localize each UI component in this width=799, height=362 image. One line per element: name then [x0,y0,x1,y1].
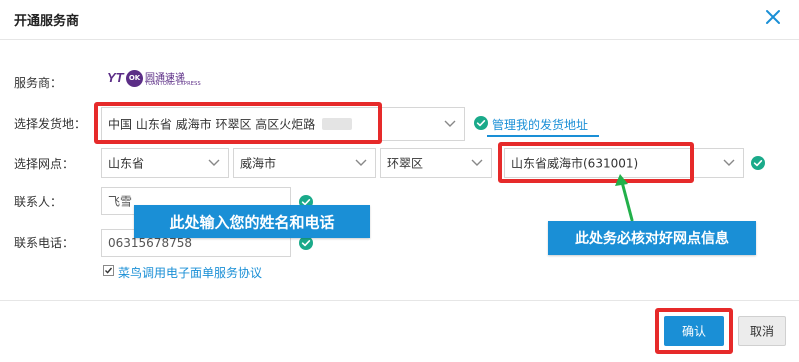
check-circle-icon [299,236,313,250]
close-icon[interactable] [763,7,783,27]
name-phone-callout-text: 此处输入您的姓名和电话 [169,213,335,231]
branch-district-value: 环翠区 [387,156,424,171]
dialog-title: 开通服务商 [14,14,80,29]
branch-label: 选择网点： [14,157,75,171]
chevron-down-icon [723,159,735,166]
verify-branch-callout: 此处务必核对好网点信息 [548,221,756,255]
provider-logo-sub: YUANTONG EXPRESS [145,81,201,87]
cancel-button-label: 取消 [749,324,774,339]
manage-address-underline [487,135,599,137]
branch-province-value: 山东省 [108,156,145,171]
agreement-checkbox[interactable] [103,265,114,276]
chevron-down-icon [355,159,367,166]
branch-province-select[interactable]: 山东省 [101,148,229,178]
chevron-down-icon [444,120,456,127]
cancel-button[interactable]: 取消 [738,316,786,346]
manage-address-link[interactable]: 管理我的发货地址 [492,116,588,133]
phone-label: 联系电话： [14,236,75,250]
branch-district-select[interactable]: 环翠区 [380,148,492,178]
provider-logo-badge: OK [126,70,143,87]
branch-city-select[interactable]: 威海市 [233,148,376,178]
arrow-up-icon [615,174,634,222]
confirm-highlight-frame [655,308,733,354]
contact-label: 联系人： [14,195,63,209]
footer-divider [0,300,799,301]
contact-input-value: 飞雪 [108,194,133,209]
check-circle-icon [474,116,488,130]
provider-logo-mark: YT [107,70,124,85]
phone-input-value: 06315678758 [108,236,192,250]
name-phone-callout: 此处输入您的姓名和电话 [134,205,370,238]
check-circle-icon [751,156,765,170]
verify-branch-callout-text: 此处务必核对好网点信息 [575,231,729,247]
agreement-link[interactable]: 菜鸟调用电子面单服务协议 [118,264,262,281]
chevron-down-icon [208,159,220,166]
provider-logo: YT OK 圆通速递 YUANTONG EXPRESS [107,68,201,92]
chevron-down-icon [471,159,483,166]
provider-label: 服务商： [14,76,63,90]
dialog-header [0,0,799,40]
origin-label: 选择发货地： [14,117,87,131]
origin-highlight-frame [94,102,382,144]
branch-city-value: 威海市 [240,156,277,171]
branch-highlight-frame [498,142,694,183]
checkmark-icon [105,267,113,274]
